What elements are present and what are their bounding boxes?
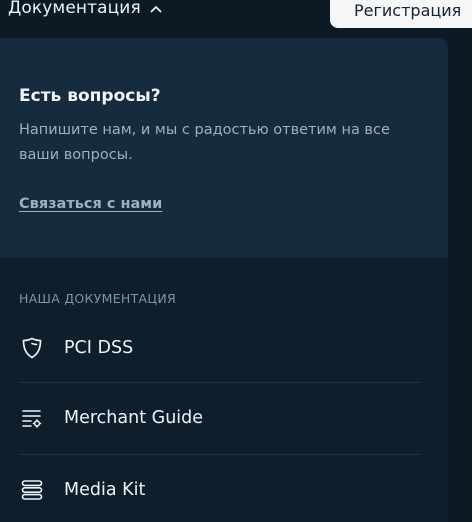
doc-item-merchant-guide[interactable]: Merchant Guide: [0, 382, 448, 454]
documentation-menu-toggle[interactable]: Документация: [8, 0, 163, 22]
doc-item-media-kit[interactable]: Media Kit: [0, 454, 448, 522]
documentation-menu-label: Документация: [8, 0, 141, 18]
questions-text: Напишите нам, и мы с радостью ответим на…: [19, 122, 390, 163]
top-bar: Документация Регистрация: [0, 0, 472, 38]
list-settings-icon: [20, 406, 44, 430]
docs-section-heading: НАША ДОКУМЕНТАЦИЯ: [19, 291, 177, 306]
questions-title: Есть вопросы?: [19, 86, 161, 106]
documentation-dropdown: Есть вопросы? Напишите нам, и мы с радос…: [0, 38, 448, 522]
doc-item-pci-dss[interactable]: PCI DSS: [0, 314, 448, 382]
doc-item-label: PCI DSS: [64, 338, 134, 358]
doc-item-label: Merchant Guide: [64, 408, 204, 428]
docs-list: PCI DSS Merchant Guide Media Kit: [0, 314, 448, 522]
stack-icon: [20, 478, 44, 502]
shield-icon: [20, 336, 44, 360]
contact-us-link[interactable]: Связаться с нами: [19, 196, 162, 212]
questions-card: Есть вопросы? Напишите нам, и мы с радос…: [0, 38, 448, 258]
chevron-up-icon: [149, 1, 163, 15]
register-button[interactable]: Регистрация: [330, 0, 472, 28]
doc-item-label: Media Kit: [64, 480, 146, 500]
